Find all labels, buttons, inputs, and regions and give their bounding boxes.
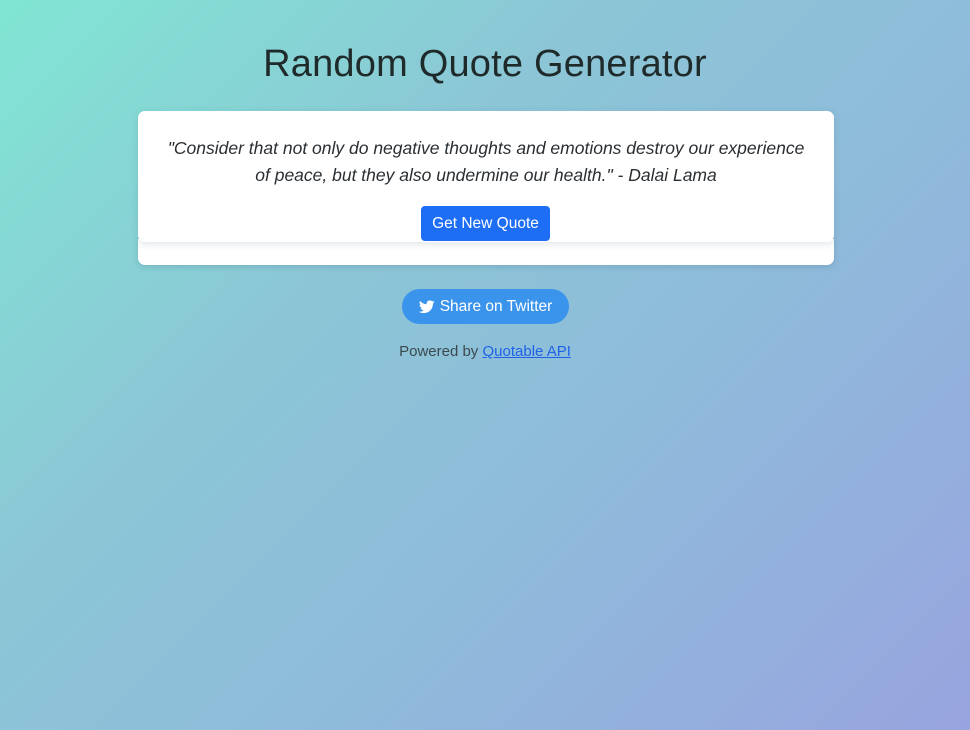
quote-card-bottom-strip bbox=[138, 239, 834, 265]
quote-card-body: "Consider that not only do negative thou… bbox=[138, 111, 834, 242]
footer: Powered by Quotable API bbox=[0, 342, 970, 362]
page-title: Random Quote Generator bbox=[263, 43, 707, 85]
share-on-twitter-button[interactable]: Share on Twitter bbox=[402, 289, 569, 324]
quotable-api-link[interactable]: Quotable API bbox=[482, 343, 570, 360]
share-on-twitter-label: Share on Twitter bbox=[439, 297, 553, 315]
quote-text: "Consider that not only do negative thou… bbox=[167, 138, 805, 185]
twitter-bird-icon bbox=[418, 299, 435, 314]
powered-by-text: Powered by bbox=[399, 343, 479, 360]
get-new-quote-button[interactable]: Get New Quote bbox=[421, 206, 550, 241]
quote-card: "Consider that not only do negative thou… bbox=[138, 111, 834, 265]
